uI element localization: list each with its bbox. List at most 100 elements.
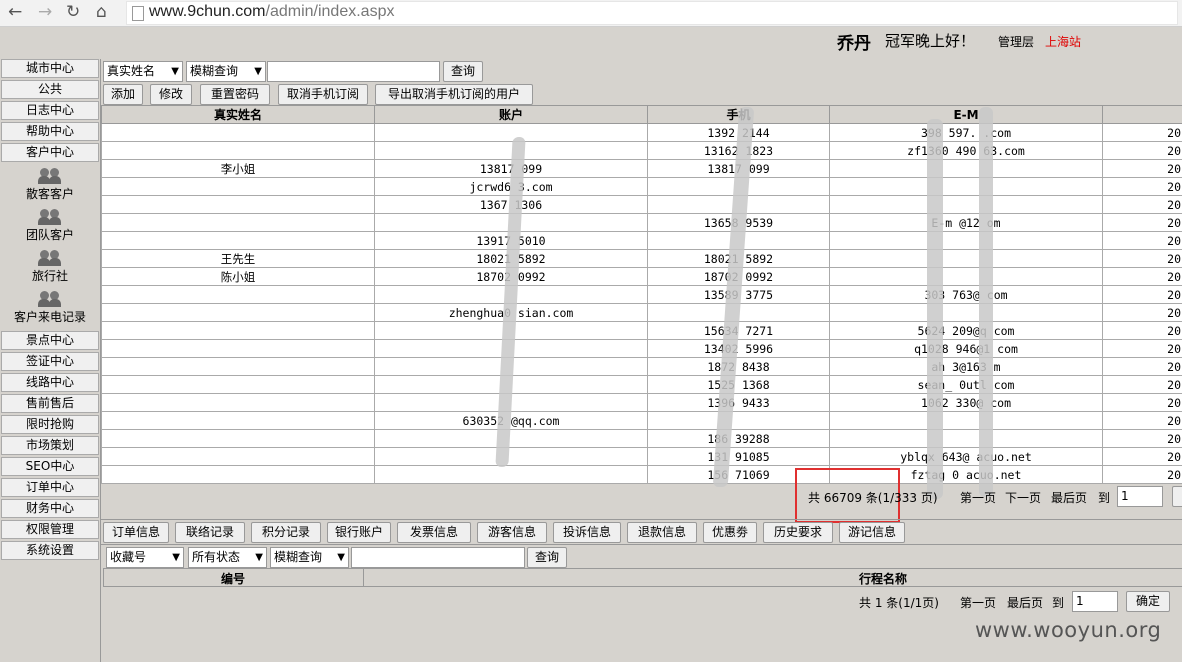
tab[interactable]: 历史要求: [763, 522, 833, 543]
sidebar-item[interactable]: 订单中心: [1, 478, 99, 497]
station-link[interactable]: 上海站: [1045, 33, 1081, 50]
tab[interactable]: 游记信息: [839, 522, 905, 543]
main-panel: 真实姓名 ▼ 模糊查询 ▼ 查询 添加 修改 重置密码 取消手机订阅 导出取消手机订阅的用户…: [100, 59, 1182, 662]
sidebar-item[interactable]: 客户中心: [1, 143, 99, 162]
table-cell: 20: [1102, 447, 1182, 466]
toolbar-button[interactable]: 重置密码: [200, 84, 270, 105]
table-row[interactable]: 陈小姐 18702 0992 18702 0992 20: [101, 267, 1182, 286]
table-cell: [829, 159, 1103, 178]
table-cell: 20: [1102, 213, 1182, 232]
back-arrow-icon[interactable]: ←: [8, 2, 22, 22]
itinerary-table-header: 编号 行程名称: [103, 568, 1182, 587]
table-row[interactable]: 1367 1306 20: [101, 195, 1182, 214]
table-row[interactable]: 13162 1823 zf1360 490 63.com 20: [101, 141, 1182, 160]
forward-arrow-icon[interactable]: →: [38, 2, 52, 22]
search-field-select[interactable]: 真实姓名 ▼: [103, 61, 183, 82]
table-row[interactable]: 156 71069 fztag 0 acuo.net 20: [101, 465, 1182, 484]
tab[interactable]: 积分记录: [251, 522, 321, 543]
table-row[interactable]: 630352 @qq.com 20: [101, 411, 1182, 430]
tab[interactable]: 退款信息: [627, 522, 697, 543]
search2-button[interactable]: 查询: [527, 547, 567, 568]
toolbar-button[interactable]: 取消手机订阅: [278, 84, 368, 105]
table-cell: [101, 123, 375, 142]
sidebar-item[interactable]: 日志中心: [1, 101, 99, 120]
sidebar-subitem[interactable]: 客户来电记录: [0, 290, 100, 325]
table-row[interactable]: 15634 7271 5624 209@q com 20: [101, 321, 1182, 340]
tab[interactable]: 银行账户: [327, 522, 391, 543]
table-cell: 20: [1102, 357, 1182, 376]
sidebar-subitem[interactable]: 团队客户: [0, 208, 100, 243]
table-row[interactable]: 1872 8438 ah 3@163 m 20: [101, 357, 1182, 376]
sidebar-item[interactable]: 签证中心: [1, 352, 99, 371]
table-row[interactable]: 1525 1368 sean_ 0utl com 20: [101, 375, 1182, 394]
tab[interactable]: 订单信息: [103, 522, 169, 543]
sidebar-item[interactable]: 财务中心: [1, 499, 99, 518]
pager-confirm-button[interactable]: [1172, 486, 1182, 507]
pager2-confirm-button[interactable]: 确定: [1126, 591, 1170, 612]
status-select[interactable]: 所有状态 ▼: [188, 547, 267, 568]
sidebar-item[interactable]: 限时抢购: [1, 415, 99, 434]
sidebar-item[interactable]: 线路中心: [1, 373, 99, 392]
sidebar-subitem[interactable]: 旅行社: [0, 249, 100, 284]
sidebar-item[interactable]: 系统设置: [1, 541, 99, 560]
pager-last[interactable]: 最后页: [1051, 489, 1087, 506]
table-row[interactable]: 1392 2144 398 597. .com 20: [101, 123, 1182, 142]
pager-first[interactable]: 第一页: [960, 489, 996, 506]
sidebar-subitem-label: 团队客户: [25, 228, 74, 242]
search-mode-select[interactable]: 模糊查询 ▼: [186, 61, 266, 82]
tab[interactable]: 发票信息: [397, 522, 471, 543]
pager2-last[interactable]: 最后页: [1007, 594, 1043, 611]
pager-next[interactable]: 下一页: [1005, 489, 1041, 506]
table-row[interactable]: 王先生 18021 5892 18021 5892 20: [101, 249, 1182, 268]
url-text: www.9chun.com/admin/index.aspx: [149, 3, 395, 20]
sidebar-subitem[interactable]: 散客客户: [0, 167, 100, 202]
sidebar-item[interactable]: 市场策划: [1, 436, 99, 455]
pager-page-input[interactable]: 1: [1117, 486, 1163, 507]
toolbar-button[interactable]: 修改: [150, 84, 192, 105]
table-cell: 131 91085: [647, 447, 830, 466]
tab[interactable]: 优惠劵: [703, 522, 757, 543]
tab[interactable]: 联络记录: [175, 522, 245, 543]
sidebar-item[interactable]: 景点中心: [1, 331, 99, 350]
table-row[interactable]: 13917 5010 20: [101, 231, 1182, 250]
table-cell: 20: [1102, 267, 1182, 286]
table-row[interactable]: 1396 9433 1062 330@ com 20: [101, 393, 1182, 412]
table-cell: [101, 339, 375, 358]
customer-table: 真实姓名账户手机E-M 1392 2144398 597. .com201316…: [101, 105, 1182, 484]
tab[interactable]: 投诉信息: [553, 522, 621, 543]
table-cell: [829, 195, 1103, 214]
pager2-first[interactable]: 第一页: [960, 594, 996, 611]
table-row[interactable]: 13589 3775 303 763@ com 20: [101, 285, 1182, 304]
table-cell: 20: [1102, 231, 1182, 250]
sidebar-item[interactable]: SEO中心: [1, 457, 99, 476]
reload-icon[interactable]: ↻: [66, 2, 80, 22]
sidebar-item[interactable]: 公共: [1, 80, 99, 99]
home-icon[interactable]: ⌂: [96, 2, 107, 22]
search2-input[interactable]: [351, 547, 525, 568]
collection-field-select[interactable]: 收藏号 ▼: [106, 547, 184, 568]
table-row[interactable]: 131 91085 yblqx 643@ acuo.net 20: [101, 447, 1182, 466]
address-bar[interactable]: www.9chun.com/admin/index.aspx: [126, 1, 1178, 25]
redaction-mark: [979, 107, 993, 497]
sidebar-item[interactable]: 帮助中心: [1, 122, 99, 141]
sidebar-item[interactable]: 城市中心: [1, 59, 99, 78]
sidebar-item[interactable]: 售前售后: [1, 394, 99, 413]
search-button[interactable]: 查询: [443, 61, 483, 82]
table-row[interactable]: 13658 9539 E-m @12 om 20: [101, 213, 1182, 232]
table-row[interactable]: zhenghua0 sian.com 20: [101, 303, 1182, 322]
toolbar-button[interactable]: 添加: [103, 84, 143, 105]
table-row[interactable]: jcrwd6 3.com 20: [101, 177, 1182, 196]
table-cell: [829, 303, 1103, 322]
user-group-icon: [37, 290, 63, 308]
table-row[interactable]: 13402 5996 q1028 946@1 com 20: [101, 339, 1182, 358]
search2-mode-select[interactable]: 模糊查询 ▼: [270, 547, 349, 568]
search-input[interactable]: [267, 61, 440, 82]
table-row[interactable]: 李小姐 13817 099 13817 099 20: [101, 159, 1182, 178]
table-cell: 20: [1102, 249, 1182, 268]
toolbar-button[interactable]: 导出取消手机订阅的用户: [375, 84, 533, 105]
table-row[interactable]: 186 39288 20: [101, 429, 1182, 448]
table-cell: 398 597. .com: [829, 123, 1103, 142]
tab[interactable]: 游客信息: [477, 522, 547, 543]
pager2-page-input[interactable]: 1: [1072, 591, 1118, 612]
sidebar-item[interactable]: 权限管理: [1, 520, 99, 539]
